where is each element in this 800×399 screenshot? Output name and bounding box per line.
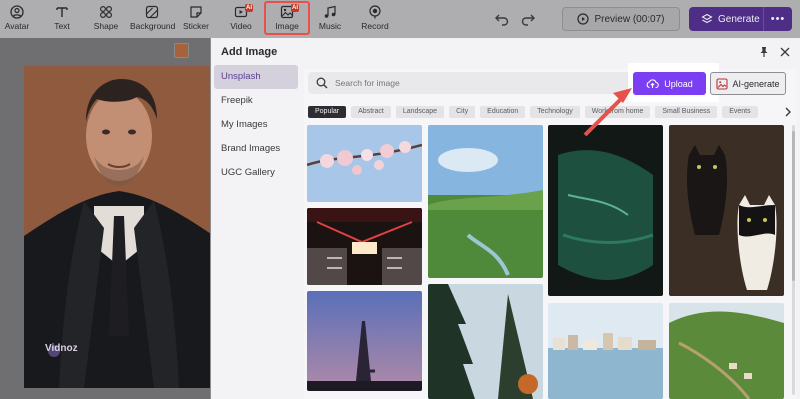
toolbar-avatar-button[interactable]: Avatar	[0, 3, 39, 35]
lakeside-town-image	[548, 303, 663, 399]
generate-button[interactable]: Generate	[689, 13, 763, 25]
source-nav: Unsplash Freepik My Images Brand Images …	[214, 65, 298, 185]
toolbar-video-label: Video	[230, 21, 252, 31]
toolbar-shape-button[interactable]: Shape	[84, 3, 128, 35]
toolbar-record-button[interactable]: Record	[353, 3, 397, 35]
image-browser: Upload AI-generate Popular Abstract Landsc…	[304, 63, 796, 399]
video-ai-badge: AI	[245, 4, 253, 12]
play-circle-icon	[577, 13, 590, 25]
panel-title: Add Image	[221, 46, 278, 58]
image-thumb-eiffel-tower[interactable]	[307, 291, 422, 391]
chip-city[interactable]: City	[449, 106, 476, 118]
hillside-village-image	[669, 303, 784, 399]
chip-events[interactable]: Events	[722, 106, 758, 118]
nav-item-freepik[interactable]: Freepik	[214, 89, 298, 113]
chip-technology[interactable]: Technology	[530, 106, 580, 118]
upload-button[interactable]: Upload	[633, 72, 706, 95]
image-thumb-cats[interactable]	[669, 125, 784, 296]
toolbar-background-button[interactable]: Background	[130, 3, 176, 35]
preview-button[interactable]: Preview (00:07)	[562, 7, 680, 31]
watermark-text: Vidnoz	[45, 343, 78, 354]
image-thumb-hillside-village[interactable]	[669, 303, 784, 399]
toolbar-video-button[interactable]: AI Video	[219, 3, 263, 35]
toolbar-sticker-button[interactable]: Sticker	[174, 3, 218, 35]
toolbar-music-button[interactable]: Music	[308, 3, 352, 35]
toolbar-avatar-label: Avatar	[4, 21, 30, 31]
chip-abstract[interactable]: Abstract	[351, 106, 391, 118]
sticker-icon	[190, 6, 202, 18]
nav-item-brand-images[interactable]: Brand Images	[214, 137, 298, 161]
generate-label: Generate	[718, 13, 760, 25]
eiffel-tower-image	[307, 291, 422, 391]
search-icon	[316, 77, 328, 89]
close-icon[interactable]	[779, 46, 791, 58]
scrollbar-thumb[interactable]	[792, 131, 795, 281]
chip-popular[interactable]: Popular	[308, 106, 347, 118]
chevron-right-icon[interactable]	[784, 107, 792, 117]
layers-icon	[701, 13, 713, 24]
ai-generate-label: AI-generate	[732, 78, 780, 89]
toolbar-record-label: Record	[361, 21, 389, 31]
cherry-blossom-image	[307, 125, 422, 202]
more-options-button[interactable]: •••	[763, 7, 792, 31]
cloud-upload-icon	[646, 79, 660, 89]
toolbar-background-label: Background	[130, 21, 176, 31]
ai-generate-button[interactable]: AI-generate	[710, 72, 786, 95]
preview-label: Preview (00:07)	[594, 13, 665, 25]
redo-icon[interactable]	[520, 11, 536, 27]
music-icon	[324, 5, 336, 18]
image-thumb-cherry-blossom[interactable]	[307, 125, 422, 202]
toolbar-shape-label: Shape	[93, 21, 119, 31]
forest-trees-image	[428, 284, 543, 399]
toolbar-music-label: Music	[318, 21, 342, 31]
color-swatch[interactable]	[174, 43, 189, 58]
ai-image-icon	[716, 77, 729, 90]
image-thumb-green-car[interactable]	[548, 125, 663, 296]
image-thumb-train-interior[interactable]	[307, 208, 422, 285]
green-car-image	[548, 125, 663, 296]
chip-landscape[interactable]: Landscape	[395, 106, 445, 118]
top-toolbar: Avatar Text Shape Background Sticker AI …	[0, 0, 800, 38]
toolbar-text-button[interactable]: Text	[40, 3, 84, 35]
avatar-person-image	[24, 66, 214, 388]
image-highlight-box	[264, 1, 310, 35]
undo-icon[interactable]	[494, 11, 510, 27]
image-thumb-forest-trees[interactable]	[428, 284, 543, 399]
avatar-icon	[10, 5, 24, 19]
upload-label: Upload	[664, 78, 693, 89]
image-thumb-green-valley[interactable]	[428, 125, 543, 278]
nav-item-unsplash[interactable]: Unsplash	[214, 65, 298, 89]
vidnoz-watermark: Vidnoz	[45, 343, 78, 354]
nav-item-ugc-gallery[interactable]: UGC Gallery	[214, 161, 298, 185]
green-valley-image	[428, 125, 543, 278]
record-icon	[369, 5, 381, 19]
shape-icon	[99, 5, 113, 19]
train-interior-image	[307, 208, 422, 285]
add-image-panel: Add Image Unsplash Freepik My Images Bra…	[210, 38, 800, 399]
image-thumb-lakeside-town[interactable]	[548, 303, 663, 399]
generate-button-group: Generate •••	[689, 7, 792, 31]
chip-work-from-home[interactable]: Work from home	[584, 106, 651, 118]
pin-icon[interactable]	[758, 46, 770, 58]
scrollbar[interactable]	[792, 125, 795, 395]
cats-image	[669, 125, 784, 296]
video-canvas[interactable]	[24, 66, 214, 388]
toolbar-text-label: Text	[54, 21, 70, 31]
chip-education[interactable]: Education	[480, 106, 526, 118]
nav-item-my-images[interactable]: My Images	[214, 113, 298, 137]
toolbar-sticker-label: Sticker	[183, 21, 209, 31]
chip-small-business[interactable]: Small Business	[655, 106, 718, 118]
background-icon	[145, 5, 159, 19]
category-chips: Popular Abstract Landscape City Education Tec…	[308, 106, 786, 118]
text-icon	[56, 7, 68, 17]
